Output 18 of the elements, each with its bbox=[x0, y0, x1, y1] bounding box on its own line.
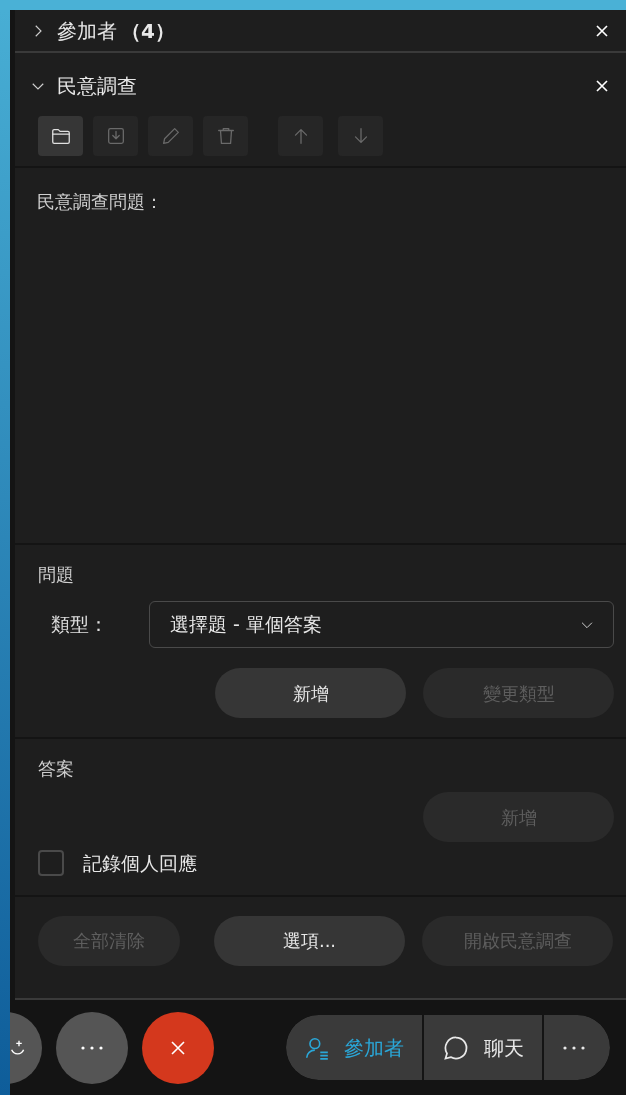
pill-button[interactable]: 新增 bbox=[215, 668, 406, 718]
more-button[interactable] bbox=[544, 1015, 610, 1080]
type-label: 類型： bbox=[51, 612, 109, 638]
more-icon bbox=[80, 1044, 104, 1051]
pill-button[interactable]: 選項... bbox=[214, 915, 405, 966]
participants-tab[interactable]: 參加者 bbox=[286, 1015, 422, 1080]
question-prompt: 民意調查問題： bbox=[37, 191, 163, 212]
record-checkbox[interactable]: 記錄個人回應 bbox=[38, 849, 197, 878]
panel-title: 民意調查 bbox=[57, 73, 137, 100]
chat-tab[interactable]: 聊天 bbox=[424, 1015, 542, 1080]
panel-title: 參加者 bbox=[57, 17, 117, 45]
folder-button[interactable] bbox=[38, 116, 83, 156]
type-dropdown[interactable]: 選擇題 - 單個答案 bbox=[149, 601, 614, 648]
participant-count: （4） bbox=[121, 17, 175, 45]
more-icon bbox=[562, 1044, 586, 1051]
section-heading: 答案 bbox=[38, 757, 74, 781]
checkbox[interactable] bbox=[38, 850, 64, 877]
section-heading: 問題 bbox=[38, 563, 74, 587]
